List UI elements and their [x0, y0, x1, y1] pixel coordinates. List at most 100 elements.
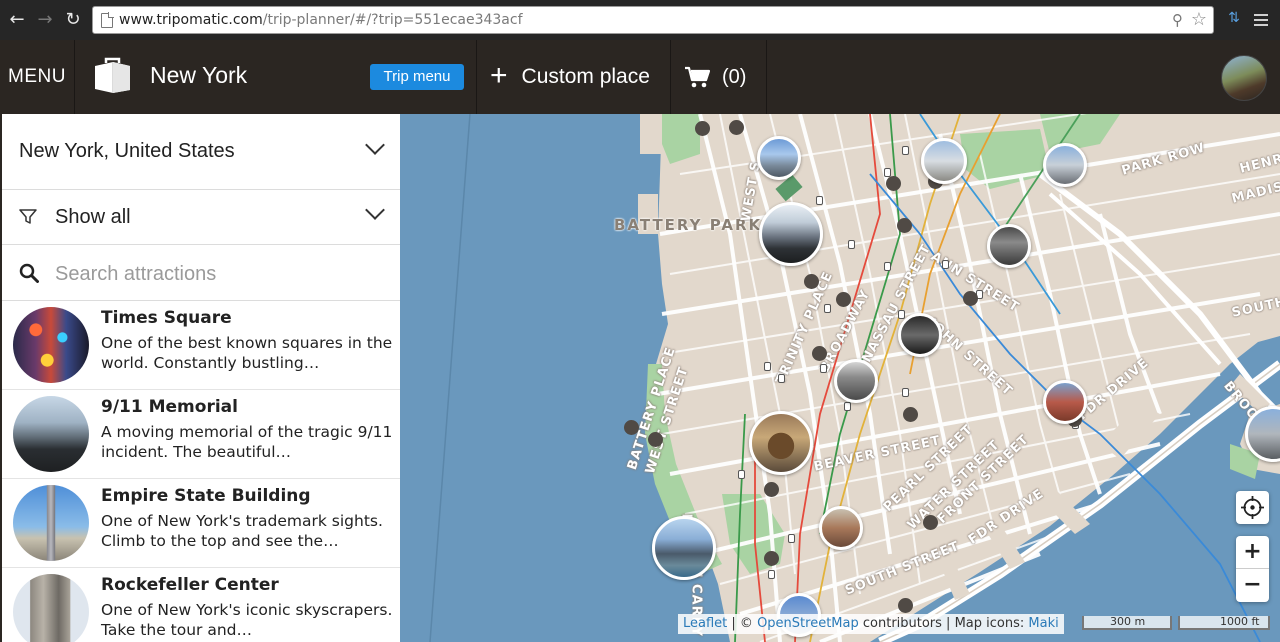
reload-icon[interactable]: ↻ [62, 9, 84, 31]
attraction-name: 9/11 Memorial [101, 397, 238, 417]
map-poi-marker[interactable] [898, 598, 913, 613]
user-avatar[interactable] [1221, 55, 1267, 101]
subway-station-icon [824, 304, 831, 313]
map-attribution: Leaflet | © OpenStreetMap contributors |… [678, 614, 1064, 634]
subway-station-icon [942, 260, 949, 269]
map-poi-marker[interactable] [764, 551, 779, 566]
map-photo-marker[interactable] [1043, 143, 1087, 187]
subway-station-icon [844, 402, 851, 411]
attraction-item-times-square[interactable]: Times Square One of the best known squar… [2, 301, 400, 390]
subway-station-icon [820, 364, 827, 373]
map-photo-marker[interactable] [819, 506, 863, 550]
browser-menu-icon[interactable] [1254, 11, 1268, 29]
filter-label: Show all [55, 206, 131, 228]
map-poi-marker[interactable] [812, 346, 827, 361]
map-poi-marker[interactable] [729, 120, 744, 135]
custom-place-button[interactable]: + Custom place [490, 59, 650, 92]
map-photo-marker[interactable] [987, 224, 1031, 268]
page-icon [101, 12, 114, 28]
map-photo-marker[interactable] [757, 136, 801, 180]
browser-toolbar: ← → ↻ www.tripomatic.com/trip-planner/#/… [0, 0, 1280, 40]
app-root: { "browser": { "url_host": "www.tripomat… [0, 0, 1280, 642]
subway-station-icon [738, 470, 745, 479]
openstreetmap-link[interactable]: OpenStreetMap [757, 616, 859, 631]
911-memorial-photo [13, 396, 89, 472]
maki-link[interactable]: Maki [1028, 616, 1058, 631]
custom-place-label: Custom place [521, 65, 650, 88]
attraction-item-911-memorial[interactable]: 9/11 Memorial A moving memorial of the t… [2, 390, 400, 479]
subway-station-icon [902, 146, 909, 155]
attraction-description: One of New York's trademark sights. Clim… [101, 512, 383, 550]
zoom-out-button[interactable]: − [1236, 569, 1269, 602]
subway-station-icon [788, 534, 795, 543]
filter-dropdown[interactable]: Show all [2, 190, 400, 245]
attraction-description: One of New York's iconic skyscrapers. Ta… [101, 601, 393, 639]
map-poi-marker[interactable] [624, 420, 639, 435]
trip-menu-button[interactable]: Trip menu [370, 64, 464, 90]
attraction-name: Empire State Building [101, 486, 311, 506]
subway-station-icon [902, 388, 909, 397]
header-divider [670, 40, 671, 114]
map-poi-marker[interactable] [923, 515, 938, 530]
forward-arrow-icon[interactable]: → [34, 9, 56, 31]
location-dropdown[interactable]: New York, United States [2, 114, 400, 190]
attraction-description: One of the best known squares in the wor… [101, 334, 393, 372]
cart-count: (0) [722, 66, 747, 88]
locate-me-button[interactable] [1236, 491, 1269, 524]
map-poi-marker[interactable] [886, 176, 901, 191]
map-photo-marker-charging-bull[interactable] [749, 411, 813, 475]
back-arrow-icon[interactable]: ← [6, 9, 28, 31]
scale-imperial: 1000 ft [1178, 616, 1270, 630]
address-bar[interactable]: www.tripomatic.com/trip-planner/#/?trip=… [92, 6, 1214, 34]
map-poi-marker[interactable] [897, 218, 912, 233]
map-poi-marker[interactable] [764, 482, 779, 497]
search-icon [19, 263, 39, 283]
map-poi-marker[interactable] [648, 432, 663, 447]
map-photo-marker[interactable] [921, 138, 967, 184]
zoom-control: + − [1236, 536, 1269, 602]
map-poi-marker[interactable] [903, 407, 918, 422]
attraction-description: A moving memorial of the tragic 9/11 inc… [101, 423, 393, 461]
bookmark-star-icon[interactable]: ☆ [1191, 9, 1207, 30]
menu-button[interactable]: MENU [0, 40, 75, 114]
subway-station-icon [778, 374, 785, 383]
url-text[interactable]: www.tripomatic.com/trip-planner/#/?trip=… [119, 12, 523, 28]
map-photo-marker[interactable] [898, 313, 942, 357]
location-label: New York, United States [19, 140, 235, 162]
sidebar: New York, United States Show all Times S… [0, 114, 400, 642]
scale-metric: 300 m [1082, 616, 1172, 630]
map-poi-marker[interactable] [695, 121, 710, 136]
empire-state-building-photo [13, 485, 89, 561]
attraction-name: Times Square [101, 308, 232, 328]
filter-icon [19, 209, 37, 224]
map-photo-marker[interactable] [834, 359, 878, 403]
plus-icon: + [490, 59, 508, 92]
map-photo-marker-911-memorial[interactable] [759, 202, 823, 266]
map-poi-marker[interactable] [804, 274, 819, 289]
subway-station-icon [768, 570, 775, 579]
attraction-item-rockefeller-center[interactable]: Rockefeller Center One of New York's ico… [2, 568, 400, 642]
map-poi-marker[interactable] [963, 291, 978, 306]
search-input[interactable] [55, 259, 375, 289]
map-poi-marker[interactable] [836, 292, 851, 307]
cart-button[interactable]: (0) [684, 62, 746, 92]
subway-station-icon [816, 196, 823, 205]
header-divider [766, 40, 767, 114]
subway-station-icon [898, 310, 905, 319]
header-divider [476, 40, 477, 114]
zoom-icon[interactable]: ⚲ [1172, 11, 1183, 29]
zoom-in-button[interactable]: + [1236, 536, 1269, 569]
map[interactable]: BATTERY PARK CITY WEST S PARK ROW HENRY … [400, 114, 1280, 642]
leaflet-link[interactable]: Leaflet [683, 616, 727, 631]
extension-icon[interactable]: ⇅ [1224, 10, 1244, 30]
attraction-item-empire-state-building[interactable]: Empire State Building One of New York's … [2, 479, 400, 568]
chevron-down-icon [365, 200, 385, 220]
attribution-contributors: contributors | Map icons: [862, 616, 1025, 631]
city-title[interactable]: New York [150, 62, 247, 89]
map-photo-marker[interactable] [652, 516, 716, 580]
map-photo-marker[interactable] [1043, 380, 1087, 424]
tripomatic-logo-icon[interactable] [93, 57, 132, 94]
attraction-name: Rockefeller Center [101, 575, 279, 595]
cart-icon [685, 66, 711, 88]
times-square-photo [13, 307, 89, 383]
